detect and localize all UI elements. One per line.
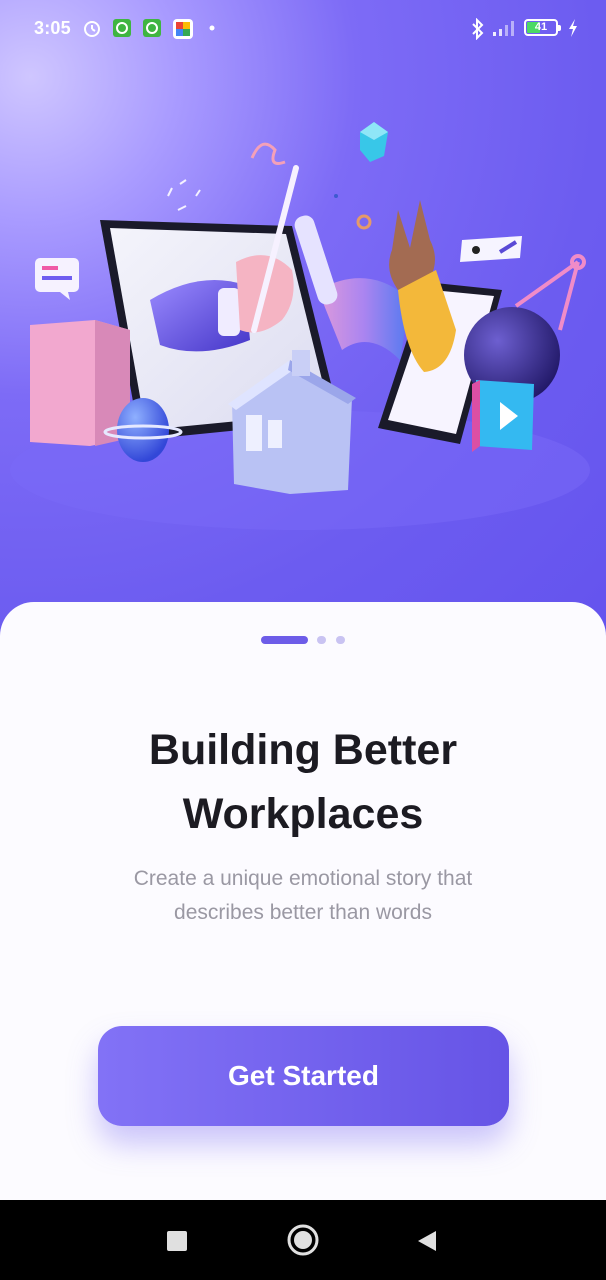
hero-section: 3:05 41 <box>0 0 606 640</box>
get-started-button[interactable]: Get Started <box>98 1026 509 1126</box>
signal-icon <box>493 21 514 36</box>
back-button[interactable] <box>416 1229 438 1253</box>
subtitle-line-1: Create a unique emotional story that <box>133 867 473 890</box>
home-button[interactable] <box>287 1224 319 1256</box>
onboarding-title: Building Better Workplaces <box>0 718 606 846</box>
navigation-bar <box>0 1200 606 1280</box>
bluetooth-icon <box>472 18 484 40</box>
tag-card-graphic <box>460 236 522 262</box>
cube-graphic <box>360 122 388 162</box>
page-indicator-dot <box>317 636 326 644</box>
video-card-graphic <box>472 380 534 452</box>
sparkle-graphic <box>167 179 201 211</box>
recents-button[interactable] <box>166 1230 188 1252</box>
status-bar: 3:05 41 <box>0 0 606 58</box>
title-line-2: Workplaces <box>182 790 424 838</box>
app-notification-icon <box>143 19 161 37</box>
photo-app-icon <box>173 19 193 39</box>
charging-icon <box>569 19 577 37</box>
app-notification-icon <box>113 19 131 37</box>
onboarding-subtitle: Create a unique emotional story that des… <box>0 862 606 930</box>
status-time: 3:05 <box>34 18 71 38</box>
dot-icon <box>209 25 215 31</box>
battery-icon: 41 <box>524 19 561 36</box>
hero-illustration <box>10 122 590 530</box>
chat-bubble-graphic <box>35 258 79 300</box>
onboarding-screen: 3:05 41 Building Better Workplaces Creat… <box>0 0 606 1280</box>
alarm-icon <box>84 21 100 37</box>
subtitle-line-2: describes better than words <box>174 901 432 924</box>
battery-level: 41 <box>534 21 548 33</box>
page-indicator-dot <box>336 636 345 644</box>
page-indicator-active <box>261 636 308 644</box>
title-line-1: Building Better <box>148 726 458 774</box>
